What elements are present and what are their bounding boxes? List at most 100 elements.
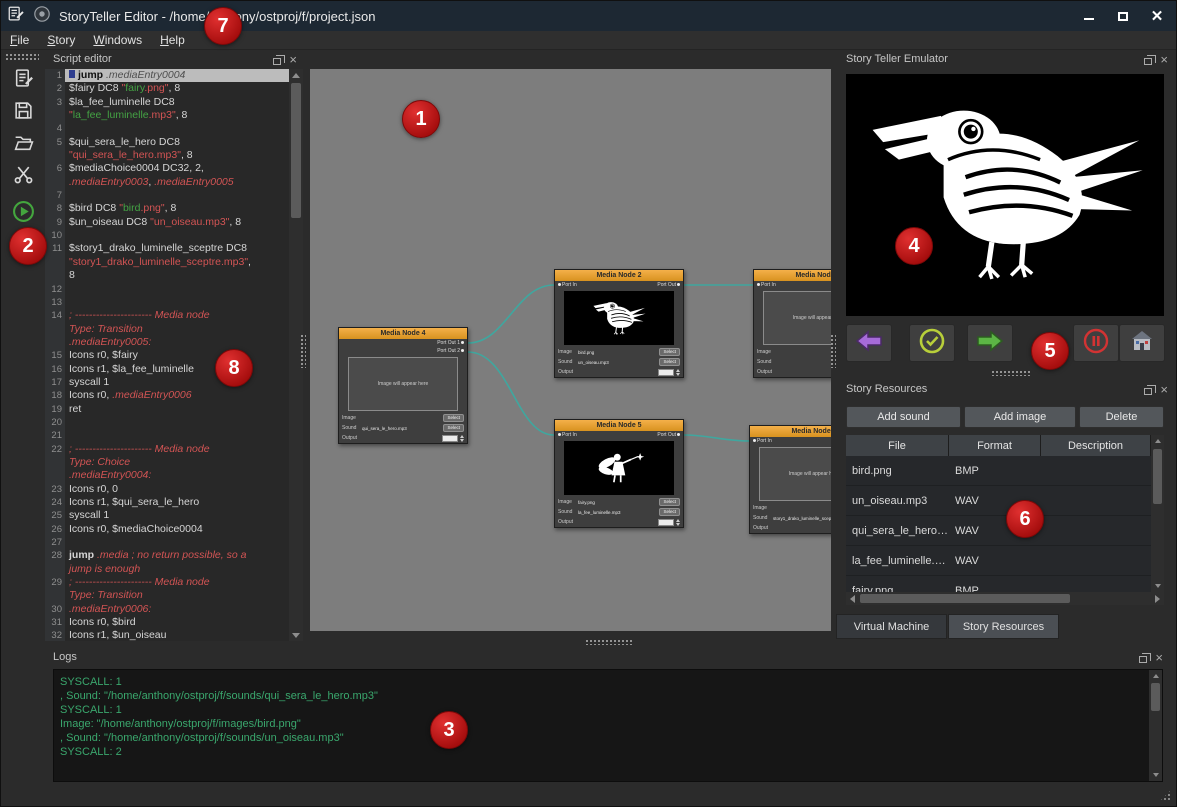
resource-row[interactable]: un_oiseau.mp3WAV: [846, 486, 1164, 516]
node-image-select-button[interactable]: Select: [443, 414, 464, 422]
log-line: SYSCALL: 1: [60, 675, 1162, 689]
editor-row: 24Icons r1, $qui_sera_le_hero: [45, 496, 289, 509]
resource-row[interactable]: fairy.pngBMP: [846, 576, 1164, 592]
editor-row: Type: Choice: [45, 456, 289, 469]
node-layer: Media Node 4Port Out 1Port Out 2Image wi…: [310, 69, 831, 631]
column-header-description[interactable]: Description: [1041, 435, 1151, 456]
editor-row: 13: [45, 296, 289, 309]
media-node[interactable]: Media Node 6Port InImage will appear her…: [753, 269, 831, 378]
output-port[interactable]: Port Out 2: [437, 347, 465, 355]
delete-button[interactable]: Delete: [1079, 406, 1164, 428]
logs-scrollbar[interactable]: [1149, 670, 1162, 781]
output-port[interactable]: Port Out: [657, 431, 681, 439]
tab-story-resources[interactable]: Story Resources: [948, 614, 1059, 639]
maximize-button[interactable]: [1110, 5, 1136, 27]
node-output-spinner[interactable]: [658, 519, 680, 526]
emulator-pause-button[interactable]: [1073, 324, 1119, 362]
resource-row[interactable]: la_fee_luminelle.mp3WAV: [846, 546, 1164, 576]
add-sound-button[interactable]: Add sound: [846, 406, 961, 428]
editor-row: 2$fairy DC8 "fairy.png", 8: [45, 82, 289, 95]
emulator-screen: [846, 74, 1164, 316]
editor-row: "la_fee_luminelle.mp3", 8: [45, 109, 289, 122]
float-panel-icon[interactable]: [1144, 388, 1152, 395]
node-output-spinner[interactable]: [442, 435, 464, 442]
menu-story[interactable]: Story: [38, 31, 84, 50]
logs-title: Logs: [53, 651, 77, 663]
maximize-icon: [1118, 12, 1128, 21]
editor-row: 20: [45, 416, 289, 429]
save-button[interactable]: [9, 99, 37, 127]
output-port[interactable]: Port Out: [657, 281, 681, 289]
resource-row[interactable]: bird.pngBMP: [846, 456, 1164, 486]
editor-row: 30.mediaEntry0006:: [45, 603, 289, 616]
minimize-button[interactable]: [1076, 5, 1102, 27]
input-port[interactable]: Port In: [557, 281, 577, 289]
cut-button[interactable]: [9, 163, 37, 191]
close-panel-icon[interactable]: ×: [1160, 54, 1168, 66]
float-panel-icon[interactable]: [1139, 656, 1147, 663]
menu-help[interactable]: Help: [151, 31, 194, 50]
media-node[interactable]: Media Node 2Port InPort OutImagebird.png…: [554, 269, 684, 378]
media-node[interactable]: Media Node 3Port InImage will appear her…: [749, 425, 831, 534]
node-canvas[interactable]: Media Node 4Port Out 1Port Out 2Image wi…: [310, 69, 831, 631]
toolbar-drag-handle[interactable]: [5, 53, 39, 60]
splitter-handle[interactable]: [300, 334, 306, 368]
float-panel-icon[interactable]: [1144, 58, 1152, 65]
float-panel-icon[interactable]: [273, 58, 281, 65]
emulator-ok-button[interactable]: [909, 324, 955, 362]
input-port[interactable]: Port In: [756, 281, 776, 289]
splitter-handle[interactable]: [585, 639, 633, 645]
add-image-button[interactable]: Add image: [964, 406, 1076, 428]
editor-row: 19ret: [45, 403, 289, 416]
node-image-preview: [564, 291, 674, 345]
new-script-icon: [13, 68, 34, 94]
node-sound-value: story1_drako_luminelle_sceptre.mp3: [773, 516, 831, 521]
editor-row: 21: [45, 429, 289, 442]
script-editor-code[interactable]: 1jump .mediaEntry00042$fairy DC8 "fairy.…: [45, 69, 289, 641]
splitter-handle[interactable]: [830, 334, 836, 368]
node-image-preview: Image will appear here: [763, 291, 831, 345]
column-header-file[interactable]: File: [846, 435, 949, 456]
menu-windows[interactable]: Windows: [84, 31, 151, 50]
node-image-select-button[interactable]: Select: [659, 348, 680, 356]
editor-row: 4: [45, 122, 289, 135]
log-line: SYSCALL: 1: [60, 703, 1162, 717]
splitter-handle[interactable]: [991, 370, 1031, 376]
emulator-previous-button[interactable]: [846, 324, 892, 362]
log-line: SYSCALL: 2: [60, 745, 1162, 759]
input-port[interactable]: Port In: [752, 437, 772, 445]
node-image-preview: [564, 441, 674, 495]
node-sound-select-button[interactable]: Select: [659, 358, 680, 366]
resource-row[interactable]: qui_sera_le_hero.mp3WAV: [846, 516, 1164, 546]
node-sound-select-button[interactable]: Select: [443, 424, 464, 432]
emulator-next-button[interactable]: [967, 324, 1013, 362]
annotation-badge-8: 8: [215, 349, 253, 387]
new-script-button[interactable]: [9, 67, 37, 95]
resources-table-vscrollbar[interactable]: [1151, 435, 1164, 592]
annotation-badge-2: 2: [9, 227, 47, 265]
editor-row: 11$story1_drako_luminelle_sceptre DC8: [45, 242, 289, 255]
open-button[interactable]: [9, 131, 37, 159]
media-node[interactable]: Media Node 5Port InPort OutImagefairy.pn…: [554, 419, 684, 528]
node-image-select-button[interactable]: Select: [659, 498, 680, 506]
script-editor-title: Script editor: [53, 53, 112, 65]
node-output-spinner[interactable]: [658, 369, 680, 376]
tab-virtual-machine[interactable]: Virtual Machine: [836, 614, 947, 639]
run-button[interactable]: [9, 200, 37, 228]
right-arrow-icon: [975, 329, 1005, 358]
editor-row: 27: [45, 536, 289, 549]
node-sound-select-button[interactable]: Select: [659, 508, 680, 516]
close-panel-icon[interactable]: ×: [1155, 652, 1163, 664]
emulator-home-button[interactable]: [1119, 324, 1165, 362]
menu-file[interactable]: File: [1, 31, 38, 50]
resources-table-hscrollbar[interactable]: [846, 592, 1164, 605]
media-node[interactable]: Media Node 4Port Out 1Port Out 2Image wi…: [338, 327, 468, 444]
resize-grip[interactable]: [1159, 789, 1172, 802]
column-header-format[interactable]: Format: [949, 435, 1041, 456]
close-panel-icon[interactable]: ×: [289, 54, 297, 66]
close-button[interactable]: ✕: [1144, 5, 1170, 27]
output-port[interactable]: Port Out 1: [437, 339, 465, 347]
editor-row: 8$bird DC8 "bird.png", 8: [45, 202, 289, 215]
close-panel-icon[interactable]: ×: [1160, 384, 1168, 396]
input-port[interactable]: Port In: [557, 431, 577, 439]
